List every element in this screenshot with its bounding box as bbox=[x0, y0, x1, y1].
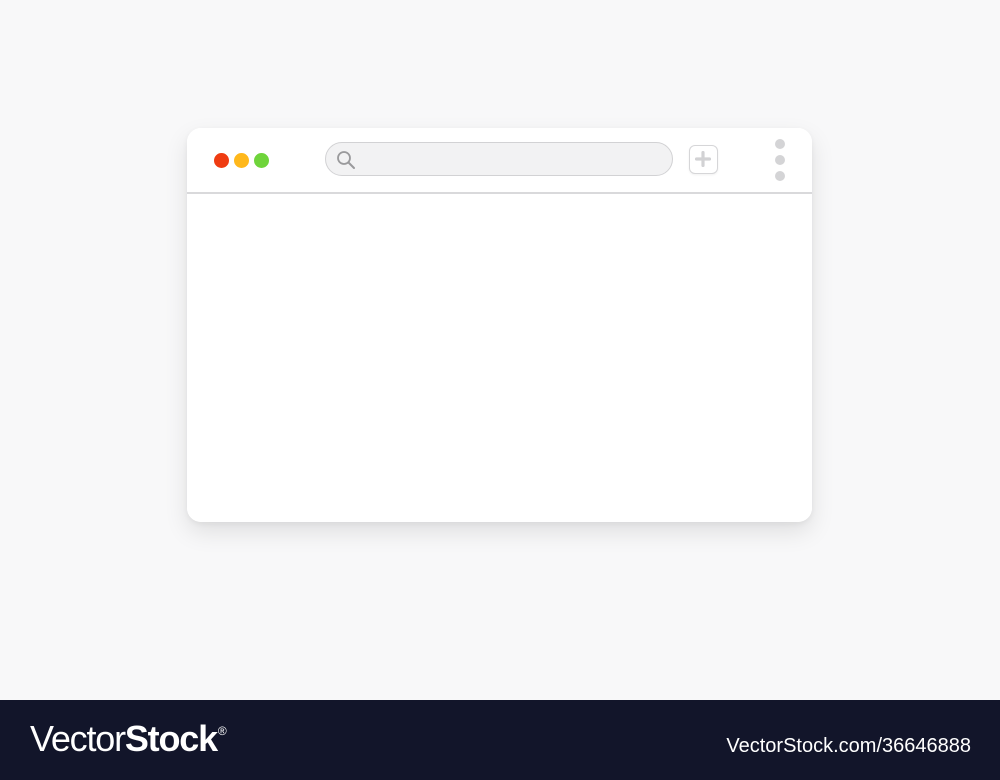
more-options-button[interactable] bbox=[774, 139, 786, 181]
vertical-dots-icon bbox=[775, 171, 785, 181]
search-bar[interactable] bbox=[325, 142, 673, 176]
brand-bold-text: Stock bbox=[124, 718, 218, 759]
new-tab-button[interactable] bbox=[689, 145, 718, 174]
browser-toolbar bbox=[187, 128, 812, 194]
browser-content-area bbox=[187, 194, 812, 522]
vertical-dots-icon bbox=[775, 139, 785, 149]
plus-icon bbox=[695, 151, 711, 167]
close-window-button[interactable] bbox=[214, 153, 229, 168]
image-reference: VectorStock.com/36646888 bbox=[726, 735, 971, 757]
minimize-window-button[interactable] bbox=[234, 153, 249, 168]
search-icon bbox=[337, 151, 355, 169]
brand-light-text: Vector bbox=[30, 718, 126, 759]
page-canvas bbox=[0, 0, 1000, 700]
watermark-footer: VectorStock® VectorStock.com/36646888 bbox=[0, 700, 1000, 780]
search-input[interactable] bbox=[364, 147, 663, 173]
registered-mark: ® bbox=[217, 724, 227, 738]
maximize-window-button[interactable] bbox=[254, 153, 269, 168]
vertical-dots-icon bbox=[775, 155, 785, 165]
brand-logo: VectorStock® bbox=[30, 718, 227, 768]
browser-window bbox=[187, 128, 812, 522]
